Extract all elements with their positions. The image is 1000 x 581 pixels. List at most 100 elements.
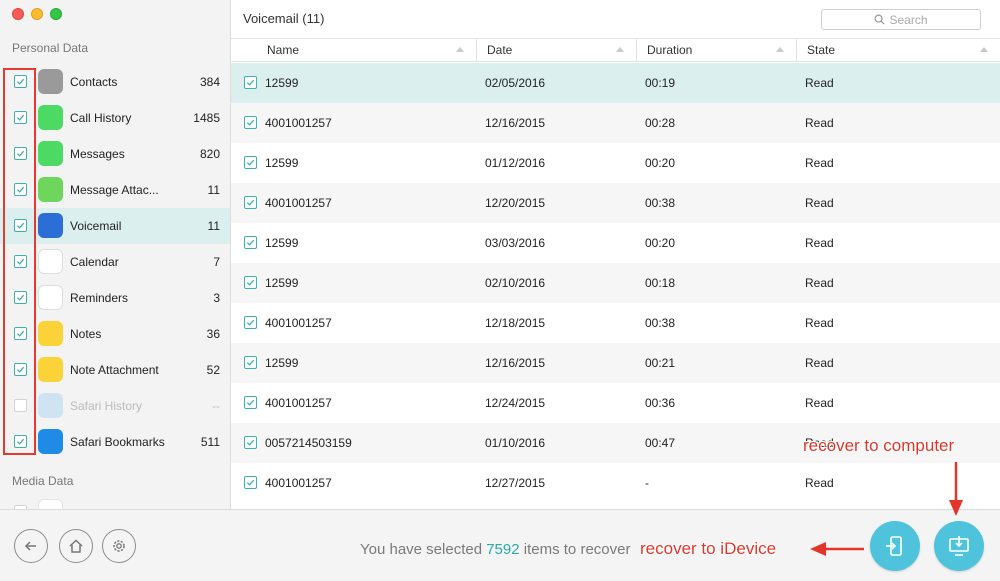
recover-to-computer-button[interactable] (934, 521, 984, 571)
sort-icon (616, 47, 624, 52)
cell-date: 12/16/2015 (485, 356, 546, 370)
table-row[interactable]: 12599 12/16/2015 00:21 Read (231, 343, 1000, 383)
cell-date: 12/27/2015 (485, 476, 546, 490)
cell-name: 4001001257 (265, 316, 332, 330)
search-icon (874, 14, 885, 25)
search-placeholder: Search (889, 12, 928, 27)
table-row[interactable]: 12599 02/05/2016 00:19 Read (231, 63, 1000, 103)
cell-state: Read (805, 356, 834, 370)
table-row[interactable]: 4001001257 12/20/2015 00:38 Read (231, 183, 1000, 223)
sidebar-item-count: 384 (199, 75, 220, 89)
sidebar-item-count: 511 (200, 435, 220, 449)
row-checkbox[interactable] (244, 236, 257, 249)
row-checkbox[interactable] (244, 116, 257, 129)
table-row[interactable]: 12599 03/03/2016 00:20 Read (231, 223, 1000, 263)
table-row[interactable]: 4001001257 12/18/2015 00:38 Read (231, 303, 1000, 343)
row-checkbox[interactable] (244, 356, 257, 369)
sidebar-item-label: Message Attac... (70, 183, 159, 197)
window-controls (12, 8, 62, 20)
sort-icon (980, 47, 988, 52)
cell-state: Read (805, 276, 834, 290)
cell-name: 0057214503159 (265, 436, 352, 450)
notes-icon (38, 321, 63, 346)
row-checkbox[interactable] (244, 196, 257, 209)
search-input[interactable]: Search (821, 9, 981, 30)
close-window-button[interactable] (12, 8, 24, 20)
row-checkbox[interactable] (244, 476, 257, 489)
cell-duration: 00:47 (645, 436, 676, 450)
annotation-recover-to-computer: recover to computer (803, 436, 955, 455)
check-icon (246, 199, 255, 206)
personal-data-title: Personal Data (12, 41, 89, 55)
gear-icon (113, 540, 125, 552)
sidebar-item-label: Safari Bookmarks (70, 435, 165, 449)
row-checkbox[interactable] (244, 276, 257, 289)
cell-state: Read (805, 196, 834, 210)
cell-date: 03/03/2016 (485, 236, 546, 250)
cell-name: 4001001257 (265, 196, 332, 210)
voicemail-icon (38, 213, 63, 238)
row-checkbox[interactable] (244, 316, 257, 329)
cell-state: Read (805, 76, 834, 90)
row-checkbox[interactable] (244, 156, 257, 169)
minimize-window-button[interactable] (31, 8, 43, 20)
sidebar-item-count: 52 (206, 363, 220, 377)
sidebar-item-count: -- (212, 399, 220, 413)
back-arrow-icon (24, 541, 36, 551)
table-row[interactable]: 4001001257 12/27/2015 - Read (231, 463, 1000, 503)
row-checkbox[interactable] (244, 436, 257, 449)
check-icon (246, 159, 255, 166)
column-header-duration[interactable]: Duration (637, 39, 797, 61)
back-button[interactable] (14, 529, 48, 563)
sidebar-item-count: 11 (207, 183, 220, 197)
annotation-arrow-left-icon (810, 542, 864, 556)
cell-duration: 00:21 (645, 356, 676, 370)
recover-to-idevice-button[interactable] (870, 521, 920, 571)
media-data-title: Media Data (12, 474, 74, 488)
check-icon (246, 319, 255, 326)
cell-date: 01/10/2016 (485, 436, 546, 450)
column-header-state[interactable]: State (797, 39, 1000, 61)
check-icon (246, 359, 255, 366)
computer-download-icon (949, 536, 969, 556)
cell-duration: 00:19 (645, 76, 676, 90)
sidebar-item-label: Contacts (70, 75, 118, 89)
table-row[interactable]: 12599 02/10/2016 00:18 Read (231, 263, 1000, 303)
cell-date: 12/24/2015 (485, 396, 546, 410)
checkbox-highlight-annotation (3, 68, 36, 455)
cell-name: 4001001257 (265, 396, 332, 410)
attachment-icon (38, 177, 63, 202)
sidebar-item-count: 3 (213, 291, 220, 305)
home-icon (69, 539, 83, 553)
table-row[interactable]: 4001001257 12/16/2015 00:28 Read (231, 103, 1000, 143)
row-checkbox[interactable] (244, 396, 257, 409)
safari-bookmarks-icon (38, 429, 63, 454)
table-header: Name Date Duration State (231, 38, 1000, 62)
sidebar-item-label: Calendar (70, 255, 119, 269)
sidebar-item-count: 7 (213, 255, 220, 269)
sort-icon (776, 47, 784, 52)
sidebar-item-label: Messages (70, 147, 125, 161)
cell-duration: 00:20 (645, 236, 676, 250)
sidebar-item-count: 11 (207, 219, 220, 233)
sidebar-item-label: Voicemail (70, 219, 122, 233)
table-row[interactable]: 12599 01/12/2016 00:20 Read (231, 143, 1000, 183)
row-checkbox[interactable] (244, 76, 257, 89)
phone-icon (38, 105, 63, 130)
sidebar: Personal Data Contacts 384 Call History 148… (0, 0, 231, 509)
selected-count: 7592 (486, 541, 520, 558)
cell-duration: 00:20 (645, 156, 676, 170)
note-attachment-icon (38, 357, 63, 382)
settings-button[interactable] (102, 529, 136, 563)
table-row[interactable]: 4001001257 12/24/2015 00:36 Read (231, 383, 1000, 423)
cell-duration: 00:18 (645, 276, 676, 290)
column-header-date[interactable]: Date (477, 39, 637, 61)
home-button[interactable] (59, 529, 93, 563)
cell-name: 12599 (265, 156, 299, 170)
column-header-name[interactable]: Name (231, 39, 477, 61)
cell-duration: 00:38 (645, 316, 676, 330)
cell-state: Read (805, 396, 834, 410)
cell-state: Read (805, 236, 834, 250)
cell-name: 4001001257 (265, 116, 332, 130)
zoom-window-button[interactable] (50, 8, 62, 20)
